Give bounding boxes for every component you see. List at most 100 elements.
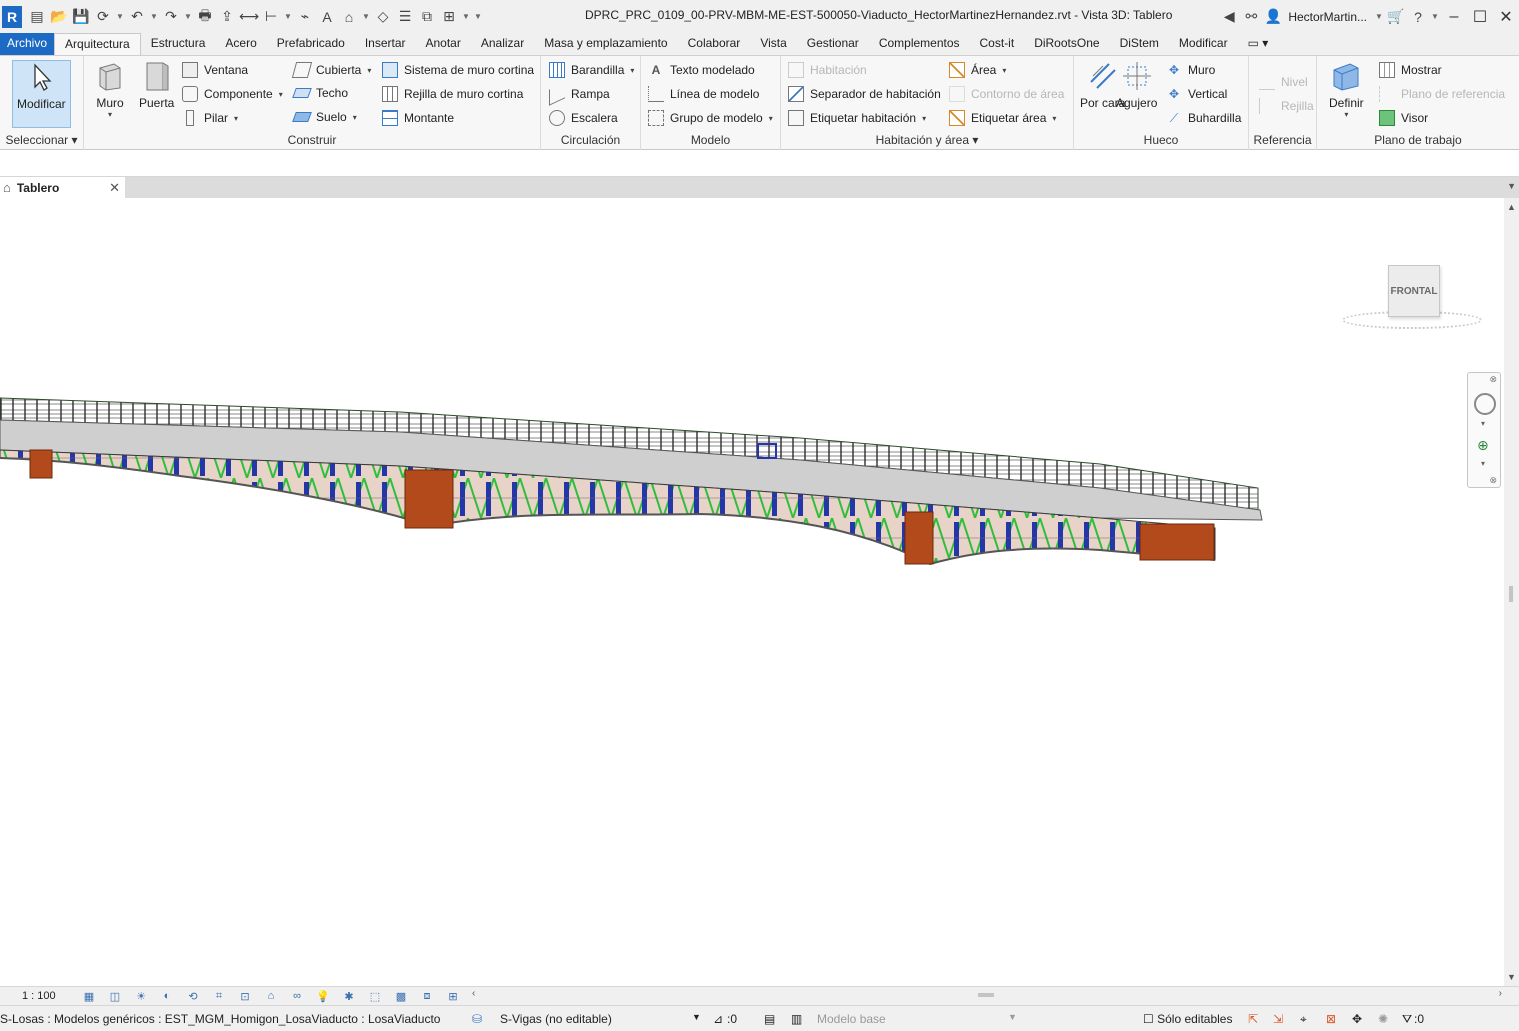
sync-icon[interactable]: ⟳ [92,6,114,28]
lock-3d-icon[interactable]: ⌂ [262,989,280,1003]
puerta-button[interactable]: Puerta [139,60,174,110]
render-icon[interactable]: ⟲ [184,989,202,1003]
separador-habitacion-button[interactable]: Separador de habitación [788,86,941,102]
dropdown-icon[interactable]: ▼ [1373,6,1385,28]
analytical-model-icon[interactable]: ⬚ [366,989,384,1003]
tab-complementos[interactable]: Complementos [869,33,970,55]
close-hidden-icon[interactable]: ⧉ [416,6,438,28]
reveal-constraints-icon[interactable]: ⧈ [418,989,436,1003]
highlight-displacement-icon[interactable]: ▩ [392,989,410,1003]
agujero-button[interactable]: Agujero [1116,60,1157,110]
shadows-icon[interactable]: ◐ [158,989,176,1003]
filter-icon[interactable]: ⛛ [1402,1012,1412,1027]
minimize-button[interactable]: – [1441,0,1467,33]
zoom-region-icon[interactable]: ⊕ [1477,437,1489,454]
dropdown-icon[interactable]: ▾ [1481,419,1485,428]
tab-list-icon[interactable]: ▼ [1507,181,1516,191]
close-button[interactable]: ✕ [1493,0,1519,33]
save-icon[interactable]: 💾 [70,6,92,28]
active-workset-select[interactable]: S-Vigas (no editable) [500,1012,612,1026]
pilar-button[interactable]: Pilar ▾ [182,110,238,126]
dropdown-icon[interactable]: ▼ [1008,1012,1017,1022]
tab-colaborar[interactable]: Colaborar [678,33,751,55]
view-tab-tablero[interactable]: ⌂ Tablero ✕ [0,177,125,198]
select-links-icon[interactable]: ⇱ [1248,1012,1258,1026]
visor-button[interactable]: Visor [1379,110,1428,126]
temp-hide-icon[interactable]: ∞ [288,989,306,1003]
ribbon-toggle-icon[interactable]: ▭ ▾ [1238,33,1279,55]
close-tab-icon[interactable]: ✕ [109,180,120,196]
muro-button[interactable]: Muro ▾ [94,60,126,119]
dropdown-icon[interactable]: ▼ [360,6,372,28]
dropdown-icon[interactable]: ▼ [182,6,194,28]
select-by-face-icon[interactable]: ⊠ [1326,1012,1336,1026]
tab-prefabricado[interactable]: Prefabricado [267,33,355,55]
dropdown-icon[interactable]: ▾ [1481,459,1485,468]
scroll-right-icon[interactable]: › [1499,988,1502,999]
view-scale[interactable]: 1 : 100 [22,990,80,1002]
editable-only-checkbox[interactable]: ☐ Sólo editables [1143,1012,1232,1026]
grupo-modelo-button[interactable]: Grupo de modelo ▾ [648,110,773,126]
navbar-options-icon[interactable]: ⊗ [1489,475,1497,486]
dropdown-icon[interactable]: ▾ [108,110,112,119]
rejilla-button[interactable]: Rejilla [1259,98,1314,114]
montante-button[interactable]: Montante [382,110,454,126]
rampa-button[interactable]: Rampa [549,82,610,106]
sun-path-icon[interactable]: ☀ [132,989,150,1003]
nivel-button[interactable]: Nivel [1259,74,1308,90]
panel-title-habitacion[interactable]: Habitación y área ▾ [781,133,1073,147]
dropdown-icon[interactable]: ▼ [460,6,472,28]
linea-modelo-button[interactable]: Línea de modelo [648,86,759,102]
3d-viewport[interactable] [0,198,1504,986]
collapse-arrow-icon[interactable]: ◀ [1218,6,1240,28]
tab-cost-it[interactable]: Cost-it [970,33,1025,55]
drag-elements-icon[interactable]: ✥ [1352,1012,1362,1026]
maximize-button[interactable]: ☐ [1467,0,1493,33]
texto-modelado-button[interactable]: A Texto modelado [648,62,755,78]
dimension-icon[interactable]: ⊢ [260,6,282,28]
thin-lines-icon[interactable]: ☰ [394,6,416,28]
ventana-button[interactable]: Ventana [182,62,248,78]
contorno-area-button[interactable]: Contorno de área [949,86,1064,102]
cart-icon[interactable]: 🛒 [1385,6,1407,28]
design-options-icon[interactable]: ▥ [791,1012,802,1026]
dropdown-icon[interactable]: ▼ [1429,6,1441,28]
export-icon[interactable]: ⇪ [216,6,238,28]
tab-dirootsone[interactable]: DiRootsOne [1024,33,1109,55]
dropdown-icon[interactable]: ▼ [148,6,160,28]
modificar-button[interactable]: Modificar [12,60,71,128]
dropdown-icon[interactable]: ▼ [692,1012,701,1022]
tab-estructura[interactable]: Estructura [141,33,216,55]
3d-view-icon[interactable]: ⌂ [338,6,360,28]
etiquetar-habitacion-button[interactable]: Etiquetar habitación ▾ [788,110,926,126]
hueco-muro-button[interactable]: ✥ Muro [1166,62,1215,78]
mostrar-button[interactable]: Mostrar [1379,62,1442,78]
tab-analizar[interactable]: Analizar [471,33,534,55]
techo-button[interactable]: Techo [292,86,348,100]
background-processes-icon[interactable]: ✺ [1378,1012,1388,1026]
section-icon[interactable]: ◇ [372,6,394,28]
tab-insertar[interactable]: Insertar [355,33,416,55]
suelo-button[interactable]: Suelo ▾ [292,110,357,124]
detail-level-icon[interactable]: ▦ [80,989,98,1003]
reveal-hidden-icon[interactable]: 💡 [314,989,332,1003]
select-pinned-icon[interactable]: ⌖ [1300,1012,1307,1027]
scroll-left-icon[interactable]: ‹ [472,988,475,999]
visual-style-icon[interactable]: ◫ [106,989,124,1003]
buhardilla-button[interactable]: ⟋ Buhardilla [1166,110,1242,126]
measure-icon[interactable]: ⟷ [238,6,260,28]
tag-icon[interactable]: ⌁ [294,6,316,28]
tab-modificar[interactable]: Modificar [1169,33,1238,55]
user-name[interactable]: HectorMartin... [1288,10,1367,24]
rejilla-muro-cortina-button[interactable]: Rejilla de muro cortina [382,86,523,102]
dropdown-icon[interactable]: ▼ [282,6,294,28]
binoculars-icon[interactable]: ⚯ [1240,6,1262,28]
switch-windows-icon[interactable]: ⊞ [438,6,460,28]
tab-distem[interactable]: DiStem [1110,33,1169,55]
cubierta-button[interactable]: Cubierta ▾ [291,62,371,78]
etiquetar-area-button[interactable]: Etiquetar área ▾ [949,110,1056,126]
scroll-down-icon[interactable]: ▼ [1507,972,1516,982]
componente-button[interactable]: Componente ▾ [182,86,283,102]
tab-masa[interactable]: Masa y emplazamiento [534,33,677,55]
tab-gestionar[interactable]: Gestionar [797,33,869,55]
